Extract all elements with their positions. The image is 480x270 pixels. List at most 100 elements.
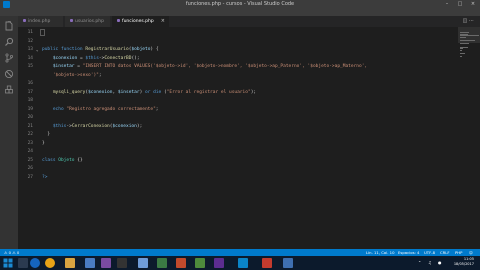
- visual-studio-icon[interactable]: [214, 258, 224, 268]
- code-line[interactable]: 23}: [18, 140, 458, 148]
- fold-chevron-icon[interactable]: ⌄: [36, 46, 38, 54]
- code-token: }: [42, 132, 51, 137]
- php-file-icon: [117, 19, 120, 22]
- tray-wifi-icon[interactable]: ●: [438, 259, 442, 267]
- code-token: $insetar: [42, 64, 75, 69]
- code-token: $this: [42, 123, 67, 129]
- code-text: mysqli_query($conexion, $insetar) or die…: [42, 89, 256, 97]
- feedback-icon[interactable]: ☺: [469, 249, 473, 256]
- minimap-line: [460, 43, 470, 45]
- code-token: $this: [85, 55, 99, 61]
- code-token: $insetar: [117, 89, 140, 95]
- files-icon[interactable]: [4, 21, 14, 31]
- code-line[interactable]: 20: [18, 114, 458, 122]
- source-control-icon[interactable]: [4, 53, 14, 63]
- code-line[interactable]: 24: [18, 148, 458, 156]
- tray-volume-icon[interactable]: ♫: [428, 259, 432, 267]
- clock[interactable]: 11:05 18/05/2017: [454, 257, 474, 267]
- line-number: 22: [27, 132, 33, 137]
- close-button[interactable]: ×: [467, 0, 479, 9]
- debug-icon[interactable]: [4, 69, 14, 79]
- code-text: echo "Registro agregado correctamente";: [42, 106, 159, 114]
- minimize-button[interactable]: –: [441, 0, 453, 9]
- powerpoint-icon[interactable]: [176, 258, 186, 268]
- line-number: 11: [27, 30, 33, 35]
- line-number: 14: [27, 55, 33, 61]
- code-line[interactable]: 14 $conexion = $this->ConectarBD();: [18, 55, 458, 63]
- line-number: 12: [27, 38, 33, 44]
- menu-bar: Archivo Editar Selección Ver Ir Depurar …: [0, 9, 480, 25]
- code-line[interactable]: '$objeto->sexo')";: [18, 72, 458, 80]
- ie-icon[interactable]: [30, 258, 40, 268]
- encoding[interactable]: UTF-8: [424, 249, 435, 256]
- code-line[interactable]: 17 mysqli_query($conexion, $insetar) or …: [18, 89, 458, 97]
- code-token: $conexion: [88, 89, 113, 95]
- title-bar: funciones.php - cursos - Visual Studio C…: [0, 0, 480, 9]
- code-token: class: [42, 157, 59, 163]
- windows-start-icon[interactable]: [3, 258, 13, 268]
- mail-icon[interactable]: [138, 258, 148, 268]
- tray-network-icon[interactable]: ⌃: [418, 259, 421, 267]
- tab-funciones-php[interactable]: funciones.php ×: [112, 16, 170, 27]
- code-text: }: [42, 131, 50, 139]
- code-text: class Objeto {}: [42, 157, 83, 165]
- tab-label: funciones.php: [122, 19, 154, 24]
- line-number: 17: [27, 89, 33, 95]
- code-line[interactable]: 13 public function RegistrarUsuario($obje…: [18, 46, 458, 54]
- code-line[interactable]: 18: [18, 97, 458, 105]
- tab-index-php[interactable]: index.php: [18, 16, 64, 27]
- chrome-icon[interactable]: [45, 258, 55, 268]
- code-line[interactable]: 26: [18, 165, 458, 173]
- code-line[interactable]: 12: [18, 38, 458, 46]
- code-token: RegistrarUsuario: [85, 47, 129, 52]
- search-taskbar-icon[interactable]: [18, 258, 28, 268]
- split-editor-icon[interactable]: ◫: [463, 18, 468, 24]
- vscode-taskbar-icon[interactable]: [238, 258, 248, 268]
- indentation[interactable]: Espacios: 4: [398, 249, 419, 256]
- code-line[interactable]: 22 }: [18, 131, 458, 139]
- code-line[interactable]: 16: [18, 80, 458, 88]
- app-icon[interactable]: [283, 258, 293, 268]
- line-number: 24: [27, 149, 33, 154]
- editor-actions: ◫ ⋯: [463, 16, 474, 27]
- word-icon[interactable]: [85, 258, 95, 268]
- app-icon[interactable]: [262, 258, 272, 268]
- onenote-icon[interactable]: [101, 258, 111, 268]
- line-number: 21: [27, 123, 33, 129]
- code-line[interactable]: 15 $insetar = "INSERT INTO datos VALUES(…: [18, 63, 458, 71]
- more-actions-icon[interactable]: ⋯: [469, 18, 474, 24]
- line-ending[interactable]: CRLF: [440, 249, 450, 256]
- line-number: 23: [27, 140, 33, 146]
- line-number: 25: [27, 157, 33, 163]
- taskbar: ⌃ ♫ ● 11:05 18/05/2017: [0, 256, 480, 270]
- code-token: echo: [42, 106, 67, 112]
- minimap[interactable]: [458, 27, 480, 249]
- code-line[interactable]: 25 class Objeto {}: [18, 157, 458, 165]
- code-text: public function RegistrarUsuario($objeto…: [42, 46, 159, 54]
- excel-icon[interactable]: [157, 258, 167, 268]
- code-editor[interactable]: 11 12 13 public function RegistrarUsuario($…: [18, 27, 458, 249]
- language-mode[interactable]: PHP: [455, 249, 462, 256]
- code-line[interactable]: 27 ?>: [18, 174, 458, 182]
- line-number: 15: [27, 64, 33, 69]
- code-line[interactable]: 19 echo "Registro agregado correctamente…: [18, 106, 458, 114]
- code-token: "Error al registrar el usuario": [166, 89, 251, 95]
- app-icon[interactable]: [117, 258, 127, 268]
- maximize-button[interactable]: □: [454, 0, 466, 9]
- php-file-icon: [70, 19, 73, 22]
- app-icon[interactable]: [195, 258, 205, 268]
- code-token: ();: [131, 55, 140, 61]
- php-file-icon: [23, 19, 26, 22]
- code-line[interactable]: 11: [18, 29, 458, 37]
- tab-usuarios-php[interactable]: usuarios.php: [65, 16, 111, 27]
- code-text: $insetar = "INSERT INTO datos VALUES('$o…: [42, 63, 367, 71]
- code-token: );: [136, 123, 143, 129]
- code-token: or die: [145, 89, 164, 95]
- search-icon[interactable]: [4, 37, 14, 47]
- code-line[interactable]: 21 $this->CerrarConexion($conexion);: [18, 123, 458, 131]
- error-count[interactable]: ⚠ 0 ⚠ 0: [4, 249, 19, 256]
- close-tab-icon[interactable]: ×: [161, 16, 165, 27]
- file-explorer-icon[interactable]: [65, 258, 75, 268]
- cursor-position[interactable]: Lín. 11, Col. 10: [366, 249, 395, 256]
- extensions-icon[interactable]: [4, 85, 14, 95]
